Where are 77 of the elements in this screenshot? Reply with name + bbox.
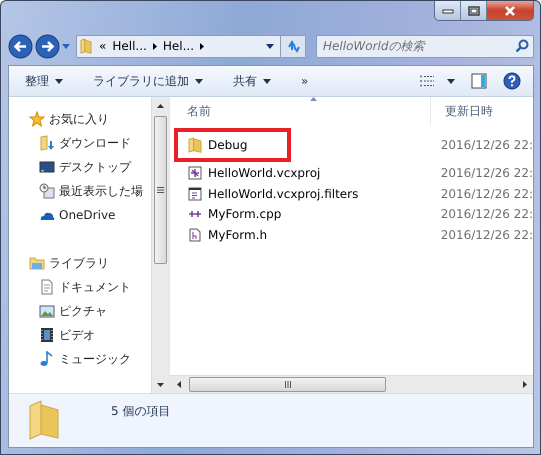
caret-icon	[447, 78, 455, 84]
chevron-icon	[200, 42, 204, 50]
column-header[interactable]: 更新日時	[430, 97, 493, 125]
minimize-button[interactable]	[435, 1, 461, 20]
star-icon	[29, 111, 45, 127]
toolbar-menu-button[interactable]: 整理	[19, 70, 69, 92]
file-name[interactable]: MyForm.h	[208, 228, 268, 242]
file-name[interactable]: Debug	[208, 138, 248, 152]
landscape-picture-icon	[39, 303, 55, 319]
music-note-icon	[39, 351, 55, 367]
up-arrow-icon	[157, 104, 164, 108]
horizontal-scrollbar[interactable]	[170, 375, 533, 393]
sidebar-heading[interactable]: ライブラリ	[49, 254, 109, 272]
caret-icon	[195, 78, 203, 84]
date-cell-text: 2016/12/26 22:	[440, 166, 533, 180]
chevron-icon	[152, 42, 157, 50]
grip-icon	[284, 381, 290, 388]
sidebar-item[interactable]: OneDrive	[59, 208, 116, 222]
maximize-button[interactable]	[461, 1, 487, 20]
film-strip-icon	[39, 327, 55, 343]
down-arrow-icon	[157, 382, 164, 386]
address-bar[interactable]: « Hell... Hel...	[76, 34, 306, 58]
breadcrumb[interactable]: Hell...	[109, 39, 160, 53]
close-icon	[504, 6, 516, 16]
monitor-icon	[39, 159, 55, 175]
overflow-crumb[interactable]: «	[96, 39, 110, 53]
caret-icon[interactable]	[62, 44, 70, 48]
caret-icon	[266, 44, 274, 48]
date-cell-text: 2016/12/26 22:	[440, 138, 533, 152]
more-button[interactable]: »	[295, 72, 314, 90]
column-header[interactable]: 名前	[170, 102, 430, 120]
toolbar-menu-button[interactable]: ライブラリに追加	[87, 70, 209, 92]
caret-icon	[263, 78, 271, 84]
right-arrow-icon	[522, 381, 526, 388]
date-cell-text: 2016/12/26 22:	[440, 207, 533, 222]
filters-file-icon	[188, 186, 202, 201]
minimize-icon	[442, 8, 454, 14]
list-view-icon	[419, 75, 435, 87]
breadcrumb[interactable]: Hel...	[160, 39, 208, 53]
vertical-scrollbar[interactable]	[151, 97, 169, 393]
sort-arrow-icon	[310, 97, 317, 101]
file-name[interactable]: HelloWorld.vcxproj.filters	[208, 186, 358, 201]
library-folder-icon	[29, 255, 45, 271]
clock-window-icon	[39, 183, 55, 199]
maximize-icon	[468, 6, 480, 16]
grip-icon	[157, 187, 164, 193]
caret-icon	[55, 78, 63, 84]
document-icon	[39, 279, 55, 295]
folder-icon	[29, 400, 59, 440]
date-cell-text: 2016/12/26 22:	[440, 186, 533, 201]
forward-button[interactable]	[35, 34, 60, 58]
search-icon	[515, 38, 529, 52]
sidebar-item[interactable]: 最近表示した場	[59, 182, 143, 200]
date-cell-text: 2016/12/26 22:	[440, 228, 533, 242]
back-button[interactable]	[8, 34, 33, 58]
refresh-icon	[286, 39, 300, 53]
help-icon	[503, 72, 521, 90]
sidebar-item[interactable]: デスクトップ	[59, 158, 131, 176]
project-file-icon	[188, 166, 202, 180]
folder-icon	[188, 137, 202, 153]
file-name[interactable]: MyForm.cpp	[208, 207, 282, 222]
header-file-icon	[188, 228, 202, 242]
sidebar-item[interactable]: ピクチャ	[59, 302, 107, 320]
file-name[interactable]: HelloWorld.vcxproj	[208, 166, 320, 180]
toolbar-menu-button[interactable]: 共有	[227, 70, 277, 92]
pane-icon	[471, 73, 487, 89]
sidebar-item[interactable]: ドキュメント	[59, 278, 131, 296]
sidebar-item[interactable]: ミュージック	[59, 350, 131, 368]
folder-download-icon	[39, 135, 55, 151]
search-field[interactable]: HelloWorldの検索	[316, 34, 534, 58]
close-button[interactable]	[487, 1, 533, 20]
left-arrow-icon	[176, 381, 180, 388]
item-count: 5 個の項目	[111, 403, 170, 420]
sidebar-item[interactable]: ダウンロード	[59, 134, 131, 152]
folder-icon	[80, 38, 92, 54]
sidebar-heading[interactable]: お気に入り	[49, 110, 109, 128]
sidebar-item[interactable]: ビデオ	[59, 326, 95, 344]
